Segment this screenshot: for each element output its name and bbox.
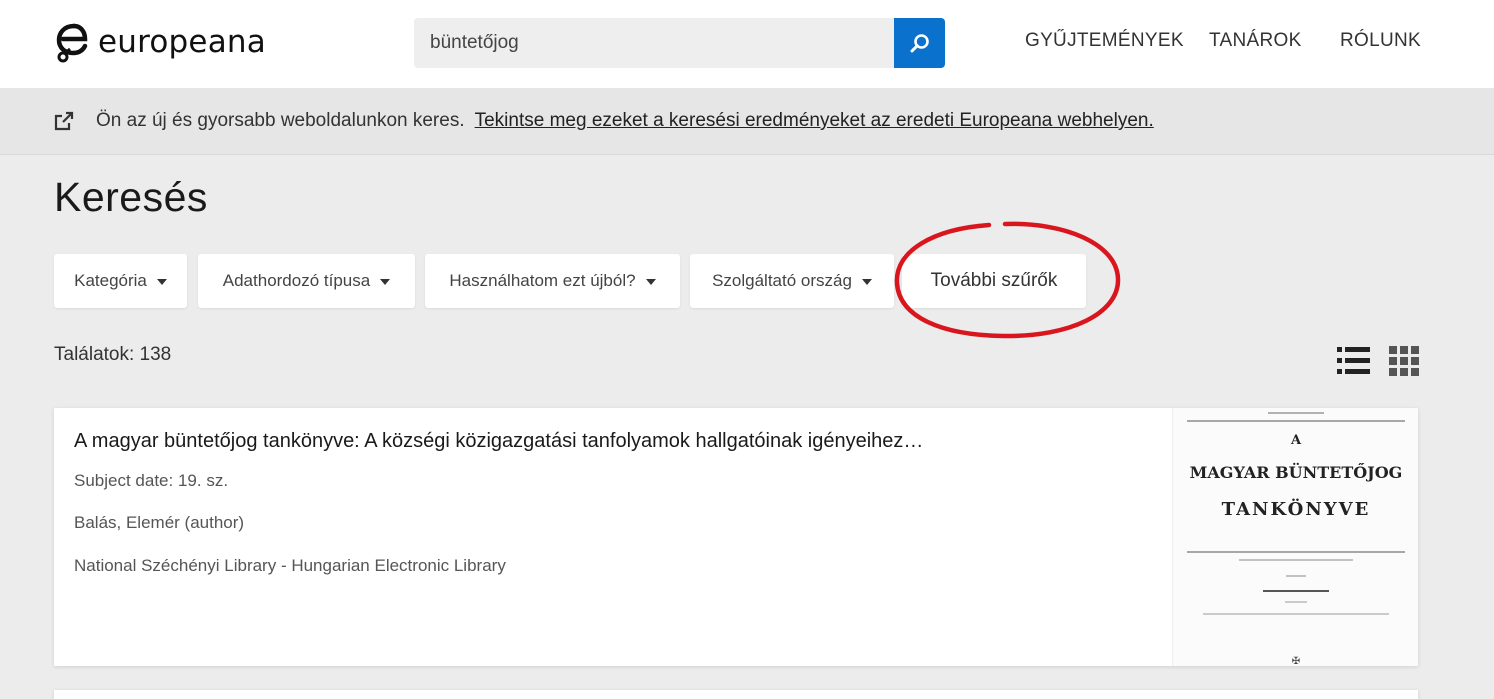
result-subject-date: Subject date: 19. sz. [74,471,229,490]
cover-line-3: TANKÖNYVE [1222,497,1371,520]
filter-category-button[interactable]: Kategória [54,254,187,308]
nav-collections[interactable]: GYŰJTEMÉNYEK [1025,30,1184,52]
search-input[interactable] [414,18,894,68]
result-provider: National Széchényi Library - Hungarian E… [74,556,506,575]
nav-teachers[interactable]: TANÁROK [1209,30,1302,52]
external-link-icon [54,111,74,131]
cover-line-2: MAGYAR BÜNTETŐJOG [1190,462,1403,482]
filter-provider-country-button[interactable]: Szolgáltató ország [690,254,894,308]
nav-about[interactable]: RÓLUNK [1340,30,1421,52]
notice-bar: Ön az új és gyorsabb weboldalunkon keres… [0,88,1494,155]
filter-media-type-button[interactable]: Adathordozó típusa [198,254,415,308]
svg-text:✠: ✠ [1292,656,1300,666]
highlight-ring [894,221,1121,339]
result-thumbnail[interactable]: A MAGYAR BÜNTETŐJOG TANKÖNYVE ✠ [1172,408,1418,666]
brand-name: europeana [98,24,266,60]
book-cover-image: A MAGYAR BÜNTETŐJOG TANKÖNYVE ✠ [1187,412,1405,666]
europeana-logo[interactable]: europeana [54,20,266,64]
search-button[interactable] [894,18,945,68]
cover-line-1: A [1290,433,1302,448]
page-title: Keresés [54,174,208,220]
notice-text: Ön az új és gyorsabb weboldalunkon keres… [96,110,465,131]
europeana-logo-icon [56,23,88,63]
list-view-icon[interactable] [1337,345,1370,377]
caret-down-icon [645,279,656,285]
search-bar [414,18,945,68]
results-count: Találatok: 138 [54,344,172,365]
caret-down-icon [156,279,167,285]
original-site-link[interactable]: Tekintse meg ezeket a keresési eredménye… [475,110,1154,132]
filter-label: Kategória [74,271,147,290]
result-card-next[interactable] [54,690,1418,699]
grid-view-icon[interactable] [1388,345,1421,377]
filter-label: Használhatom ezt újból? [449,271,636,290]
search-icon [910,34,929,53]
caret-down-icon [380,279,391,285]
result-author: Balás, Elemér (author) [74,513,245,532]
result-title[interactable]: A magyar büntetőjog tankönyve: A községi… [74,430,923,453]
filter-label: Szolgáltató ország [712,271,852,290]
site-header: europeana GYŰJTEMÉNYEK TANÁROK RÓLUNK [0,0,1494,88]
filter-reusability-button[interactable]: Használhatom ezt újból? [425,254,680,308]
caret-down-icon [861,279,872,285]
result-card[interactable]: A magyar büntetőjog tankönyve: A községi… [54,408,1418,666]
filter-label: Adathordozó típusa [222,271,371,290]
